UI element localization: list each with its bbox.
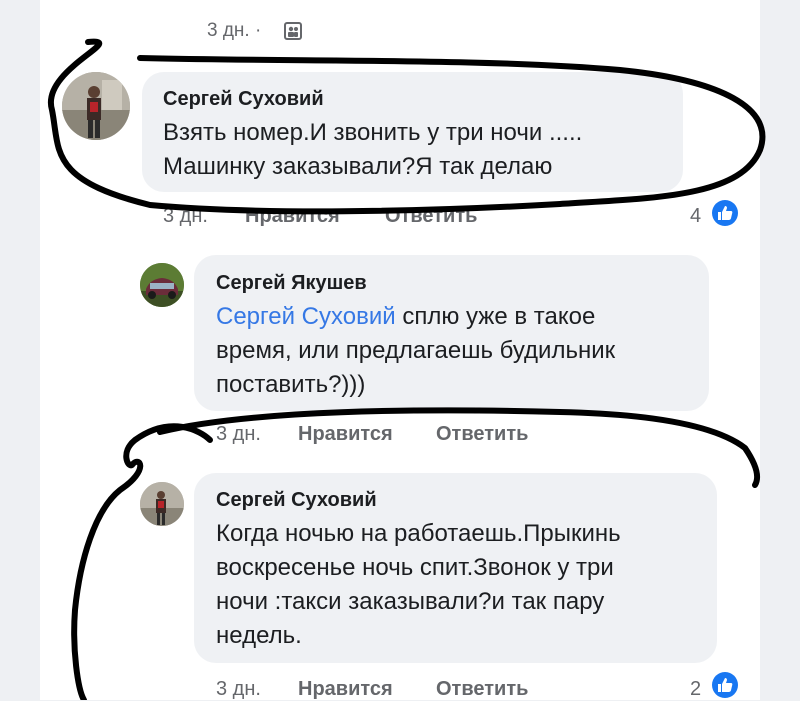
- reply-action[interactable]: Ответить: [436, 678, 528, 701]
- comment-author[interactable]: Сергей Суховий: [163, 88, 324, 111]
- reaction-count[interactable]: 4: [690, 205, 701, 228]
- like-action[interactable]: Нравится: [298, 678, 393, 701]
- like-icon[interactable]: [712, 672, 738, 698]
- comment-author[interactable]: Сергей Суховий: [216, 489, 377, 512]
- comment-text-line: поставить?))): [216, 371, 366, 398]
- comment-text-line: Взять номер.И звонить у три ночи .....: [163, 119, 583, 146]
- comment-text-line: ночи :такси заказывали?и так пару: [216, 588, 605, 615]
- top-timestamp: 3 дн. ·: [207, 20, 261, 42]
- like-label: Нравится: [298, 678, 393, 700]
- comment-text-line: время, или предлагаешь будильник: [216, 337, 616, 364]
- like-action[interactable]: Нравится: [245, 205, 340, 228]
- like-label: Нравится: [298, 423, 393, 445]
- comment-time[interactable]: 3 дн.: [216, 423, 261, 446]
- top-time-label: 3 дн. ·: [207, 20, 262, 41]
- reply-label: Ответить: [385, 205, 478, 227]
- avatar[interactable]: [140, 482, 184, 526]
- comment-text-line: Когда ночью на работаешь.Прыкинь: [216, 520, 621, 547]
- mention-link[interactable]: Сергей Суховий: [216, 303, 396, 330]
- reply-label: Ответить: [436, 678, 529, 700]
- reply-label: Ответить: [436, 423, 529, 445]
- comment-text-segment: сплю уже в такое: [395, 303, 596, 330]
- like-label: Нравится: [245, 205, 340, 227]
- reaction-count[interactable]: 2: [690, 678, 701, 701]
- like-action[interactable]: Нравится: [298, 423, 393, 446]
- comment-text-line: Сергей Суховий сплю уже в такое: [216, 300, 595, 333]
- comment-time[interactable]: 3 дн.: [216, 678, 261, 701]
- comment-text-line: воскресенье ночь спит.Звонок у три: [216, 554, 614, 581]
- comment-time[interactable]: 3 дн.: [163, 205, 208, 228]
- friends-icon: [284, 22, 302, 40]
- comment-text-line: Машинку заказывали?Я так делаю: [163, 153, 553, 180]
- reply-action[interactable]: Ответить: [385, 205, 477, 228]
- comment-author[interactable]: Сергей Якушев: [216, 272, 367, 295]
- reply-action[interactable]: Ответить: [436, 423, 528, 446]
- comment-text-line: недель.: [216, 622, 302, 649]
- avatar[interactable]: [140, 263, 184, 307]
- like-icon[interactable]: [712, 200, 738, 226]
- avatar[interactable]: [62, 72, 130, 140]
